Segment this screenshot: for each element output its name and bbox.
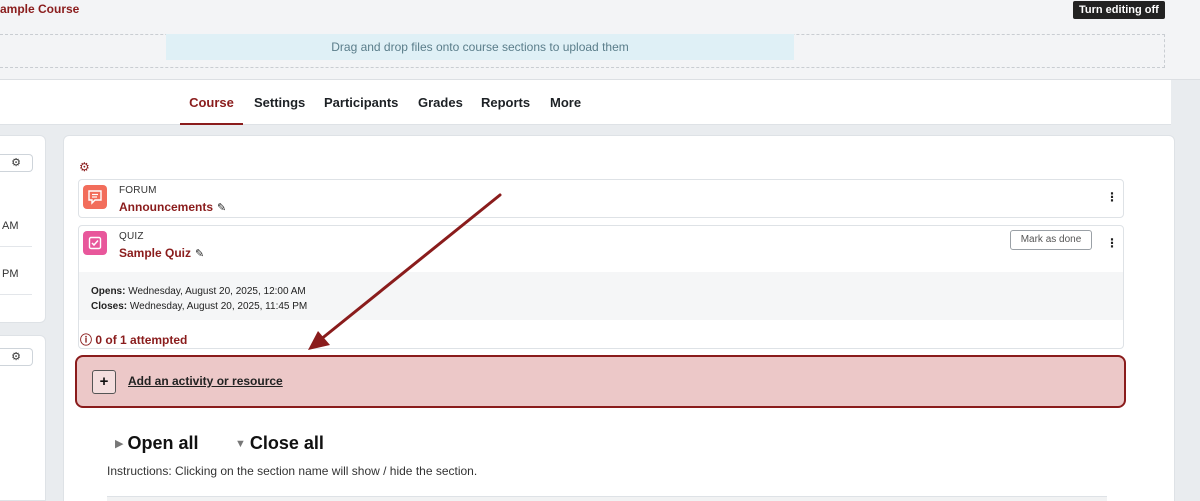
plus-icon[interactable]: + [92, 370, 116, 394]
course-breadcrumb[interactable]: ample Course [0, 2, 79, 16]
activity-type-label: QUIZ [119, 231, 144, 242]
gear-icon[interactable]: ⚙ [0, 154, 33, 172]
section-list-top [107, 496, 1107, 501]
close-all-label[interactable]: Close all [250, 433, 324, 453]
tab-grades[interactable]: Grades [418, 80, 463, 125]
triangle-right-icon: ▶ [115, 438, 124, 450]
kebab-menu-icon[interactable]: ⋮ [1106, 190, 1118, 204]
left-block-2: ⚙ [0, 335, 46, 501]
instructions-text: Instructions: Clicking on the section na… [107, 464, 478, 478]
attempted-text: 0 of 1 attempted [95, 333, 188, 347]
activity-type-label: FORUM [119, 185, 157, 196]
activity-name[interactable]: Sample Quiz [119, 246, 191, 260]
divider [0, 294, 32, 295]
opens-label: Opens: [91, 286, 126, 297]
close-all-toggle[interactable]: ▼ Close all [235, 433, 324, 454]
closes-label: Closes: [91, 301, 128, 312]
dropzone-message: Drag and drop files onto course sections… [166, 34, 794, 60]
activity-link[interactable]: Announcements ✎ [119, 200, 226, 214]
gear-icon[interactable]: ⚙ [0, 348, 33, 366]
opens-value: Wednesday, August 20, 2025, 12:00 AM [125, 286, 306, 297]
activity-forum: FORUM Announcements ✎ ⋮ [78, 179, 1124, 218]
pencil-icon[interactable]: ✎ [195, 248, 204, 260]
left-time-pm: PM [2, 268, 19, 280]
add-activity-label[interactable]: Add an activity or resource [128, 374, 283, 388]
attempted-status: ⓘ 0 of 1 attempted [80, 331, 187, 348]
activity-link[interactable]: Sample Quiz ✎ [119, 246, 204, 260]
closes-date: Closes: Wednesday, August 20, 2025, 11:4… [91, 301, 307, 312]
left-block-calendar: ⚙ AM PM [0, 135, 46, 323]
activity-name[interactable]: Announcements [119, 200, 213, 214]
tab-course[interactable]: Course [180, 80, 243, 125]
open-all-toggle[interactable]: ▶ Open all [115, 433, 198, 454]
closes-value: Wednesday, August 20, 2025, 11:45 PM [127, 301, 308, 312]
tab-reports[interactable]: Reports [481, 80, 530, 125]
mark-as-done-button[interactable]: Mark as done [1010, 230, 1092, 250]
triangle-down-icon: ▼ [235, 438, 246, 450]
divider [0, 246, 32, 247]
section-gear-icon[interactable]: ⚙ [79, 160, 90, 174]
tab-settings[interactable]: Settings [254, 80, 305, 125]
add-activity-button[interactable]: + Add an activity or resource [75, 355, 1126, 408]
info-icon: ⓘ [80, 333, 93, 347]
turn-editing-off-button[interactable]: Turn editing off [1073, 1, 1165, 19]
kebab-menu-icon[interactable]: ⋮ [1106, 236, 1118, 250]
tab-more[interactable]: More [550, 80, 581, 125]
forum-icon [83, 185, 107, 209]
opens-date: Opens: Wednesday, August 20, 2025, 12:00… [91, 286, 306, 297]
file-dropzone[interactable]: Drag and drop files onto course sections… [0, 34, 1165, 68]
left-time-am: AM [2, 220, 19, 232]
quiz-dates: Opens: Wednesday, August 20, 2025, 12:00… [79, 272, 1123, 320]
quiz-icon [83, 231, 107, 255]
tab-participants[interactable]: Participants [324, 80, 398, 125]
pencil-icon[interactable]: ✎ [217, 202, 226, 214]
course-nav: Course Settings Participants Grades Repo… [0, 80, 1171, 125]
open-all-label[interactable]: Open all [127, 433, 198, 453]
top-bar: ample Course Turn editing off Drag and d… [0, 0, 1200, 80]
